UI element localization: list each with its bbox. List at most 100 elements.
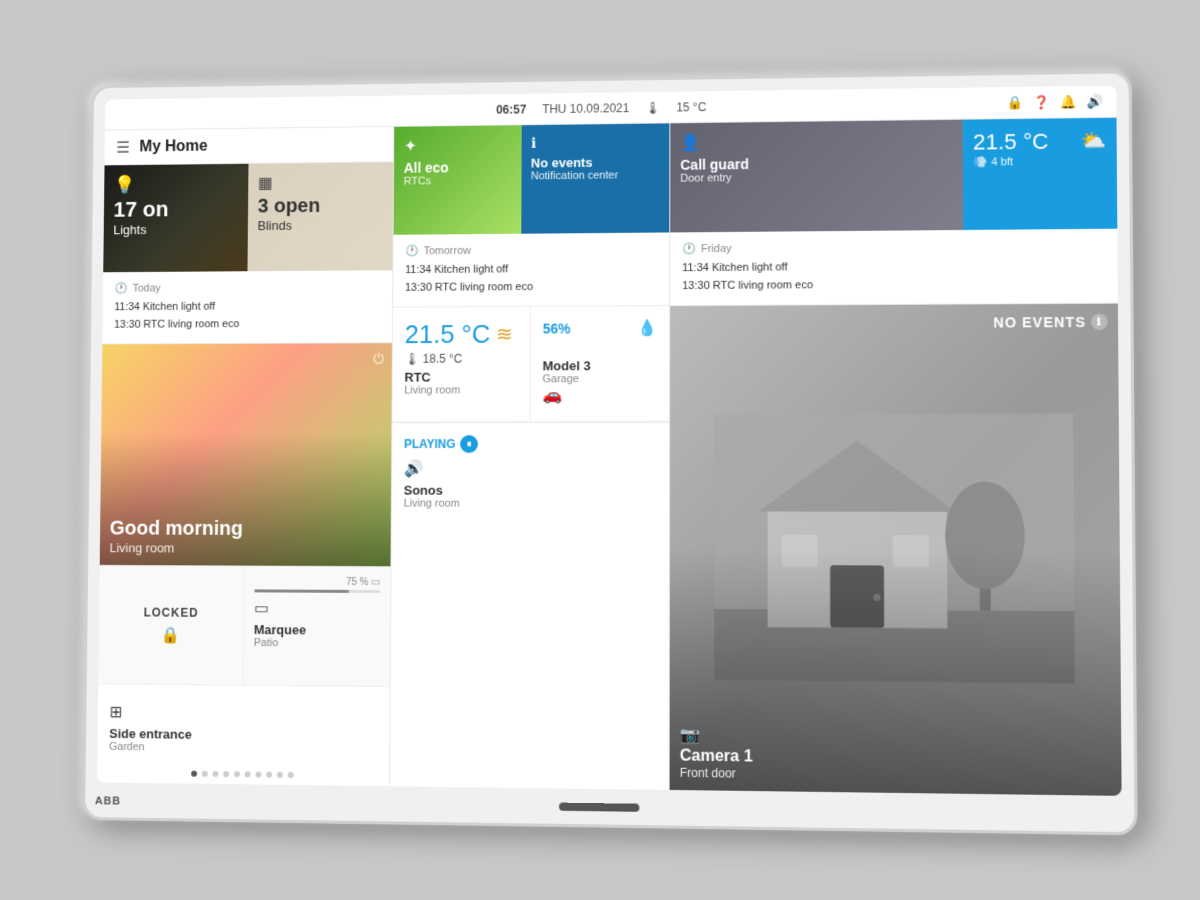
camera-icon: 📷 — [680, 725, 1111, 750]
camera-no-events: NO EVENTS ℹ — [993, 314, 1107, 331]
weather-temp: 21.5 °C — [973, 129, 1049, 156]
dot-5[interactable] — [234, 771, 240, 777]
tile-weather[interactable]: 21.5 °C 💨 4 bft ⛅ — [963, 118, 1118, 230]
morning-title: Good morning — [110, 518, 381, 542]
weather-wind: 💨 4 bft — [973, 155, 1048, 169]
side-entrance-tile[interactable]: ⊞ Side entrance Garden — [97, 683, 389, 766]
lock-icon[interactable]: 🔒 — [1007, 94, 1024, 110]
tile-notification[interactable]: ℹ No events Notification center — [521, 123, 670, 233]
climate-name: RTC — [404, 370, 517, 385]
volume-icon[interactable]: 🔊 — [1087, 93, 1104, 109]
notification-title: No events — [531, 154, 659, 170]
blinds-icon: ▦ — [258, 172, 383, 193]
garage-name: Model 3 — [543, 358, 658, 373]
dot-9[interactable] — [277, 772, 283, 778]
callguard-content: 👤 Call guard Door entry — [670, 120, 963, 195]
camera-tile[interactable]: NO EVENTS ℹ 📷 Camera 1 Front door — [670, 304, 1122, 796]
status-temp: 15 °C — [676, 100, 706, 114]
morning-content: ⏻ Good morning Living room — [100, 343, 392, 566]
morning-power-icon[interactable]: ⏻ — [373, 351, 384, 368]
dot-4[interactable] — [223, 771, 229, 777]
dot-8[interactable] — [266, 772, 272, 778]
brand-label: ABB — [95, 795, 121, 807]
side-entrance-icon: ⊞ — [109, 702, 377, 725]
lights-count: 17 on — [113, 198, 238, 221]
status-date: THU 10.09.2021 — [542, 101, 629, 116]
thermo-icon: 🌡 — [405, 352, 420, 366]
sonos-tile[interactable]: PLAYING ⏸ 🔊 Sonos Living room — [390, 422, 669, 790]
schedule-tomorrow-header: 🕐 Tomorrow — [405, 243, 657, 258]
locked-icon: 🔒 — [161, 625, 180, 645]
bell-icon[interactable]: 🔔 — [1060, 94, 1077, 110]
climate-left[interactable]: 21.5 °C ≋ 🌡 18.5 °C RTC Living room — [392, 307, 531, 421]
morning-card[interactable]: ⏻ Good morning Living room — [100, 343, 392, 566]
morning-subtitle: Living room — [109, 540, 380, 556]
home-button[interactable] — [559, 802, 639, 811]
schedule-friday[interactable]: 🕐 Friday 11:34 Kitchen light off 13:30 R… — [670, 229, 1118, 307]
marquee-icon: ▭ — [254, 598, 380, 619]
marquee-name: Marquee — [254, 622, 380, 638]
tile-locked[interactable]: LOCKED 🔒 — [98, 565, 244, 685]
blinds-label: Blinds — [258, 217, 383, 233]
weather-icon: ⛅ — [1081, 128, 1107, 153]
marquee-location: Patio — [254, 637, 380, 650]
right-top-tiles: 👤 Call guard Door entry 21.5 °C 💨 4 bf — [670, 118, 1117, 233]
tile-blinds[interactable]: ▦ 3 open Blinds — [247, 162, 393, 271]
tomorrow-item1: 11:34 Kitchen light off — [405, 260, 657, 279]
sonos-location: Living room — [404, 498, 657, 511]
bottom-tiles: LOCKED 🔒 75 % ▭ ▭ Marquee Patio — [98, 565, 390, 686]
sonos-playing-status: PLAYING ⏸ — [404, 435, 657, 453]
middle-top-tiles: ✦ All eco RTCs ℹ No events Notification … — [394, 123, 670, 234]
menu-icon[interactable]: ☰ — [116, 137, 130, 157]
garage-location: Garage — [543, 373, 658, 385]
panel-title: My Home — [139, 138, 207, 156]
status-icons: 🔒 ❓ 🔔 🔊 — [1007, 93, 1104, 110]
schedule-today-item1: 11:34 Kitchen light off — [114, 298, 380, 317]
schedule-tomorrow[interactable]: 🕐 Tomorrow 11:34 Kitchen light off 13:30… — [393, 232, 669, 307]
device-frame: 06:57 THU 10.09.2021 🌡 15 °C 🔒 ❓ 🔔 🔊 ☰ M… — [82, 70, 1138, 835]
climate-sub-temp: 🌡 18.5 °C — [405, 352, 518, 366]
dot-1[interactable] — [191, 771, 197, 777]
top-tiles: 💡 17 on Lights ▦ 3 open Blinds — [103, 162, 393, 272]
tile-eco[interactable]: ✦ All eco RTCs — [394, 125, 522, 235]
callguard-sub: Door entry — [680, 170, 952, 185]
sonos-speaker-icon: 🔊 — [404, 459, 657, 479]
schedule-today-header: 🕐 Today — [114, 280, 380, 294]
eco-label: All eco — [404, 159, 512, 176]
sonos-pause-icon[interactable]: ⏸ — [460, 435, 478, 453]
lights-label: Lights — [113, 221, 238, 237]
schedule-today[interactable]: 🕐 Today 11:34 Kitchen light off 13:30 RT… — [102, 270, 392, 344]
side-entrance-location: Garden — [109, 741, 377, 756]
panel-header: ☰ My Home — [105, 127, 394, 166]
climate-right[interactable]: 56% 💧 Model 3 Garage 🚗 — [530, 306, 669, 421]
tile-lights[interactable]: 💡 17 on Lights — [103, 164, 248, 272]
tile-callguard[interactable]: 👤 Call guard Door entry — [670, 120, 963, 233]
climate-temp-main: 21.5 °C — [405, 319, 491, 350]
dot-3[interactable] — [213, 771, 219, 777]
schedule-today-item2: 13:30 RTC living room eco — [114, 315, 380, 334]
eco-icon: ✦ — [404, 135, 511, 156]
marquee-progress-bar-track — [254, 589, 380, 593]
middle-panel: ✦ All eco RTCs ℹ No events Notification … — [390, 123, 670, 790]
lights-icon: 💡 — [114, 174, 239, 196]
dot-10[interactable] — [288, 772, 294, 778]
main-content: ☰ My Home 💡 17 on Lights — [97, 118, 1122, 796]
sonos-name: Sonos — [404, 483, 657, 498]
left-panel: ☰ My Home 💡 17 on Lights — [97, 127, 394, 786]
dot-6[interactable] — [245, 771, 251, 777]
climate-row: 21.5 °C ≋ 🌡 18.5 °C RTC Living room 56% — [392, 306, 669, 422]
screen: 06:57 THU 10.09.2021 🌡 15 °C 🔒 ❓ 🔔 🔊 ☰ M… — [97, 86, 1122, 796]
notification-icon: ℹ — [531, 133, 659, 151]
status-thermometer-icon: 🌡 — [645, 100, 660, 114]
schedule-friday-header: 🕐 Friday — [682, 239, 1105, 255]
blinds-count: 3 open — [258, 196, 383, 217]
climate-heat-icon: ≋ — [496, 322, 513, 347]
blinds-content: ▦ 3 open Blinds — [248, 162, 393, 243]
help-icon[interactable]: ❓ — [1034, 94, 1051, 110]
clock-tomorrow-icon: 🕐 — [405, 244, 418, 257]
dot-7[interactable] — [255, 771, 261, 777]
humidity-icon: 💧 — [637, 318, 657, 338]
camera-content: 📷 Camera 1 Front door — [670, 715, 1122, 796]
dot-2[interactable] — [202, 771, 208, 777]
tile-marquee[interactable]: 75 % ▭ ▭ Marquee Patio — [244, 566, 391, 686]
